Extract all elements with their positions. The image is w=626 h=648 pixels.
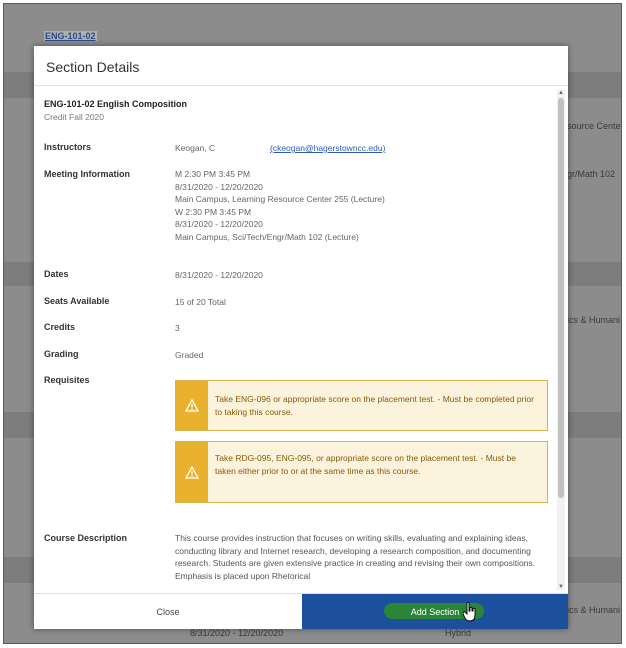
dates-value: 8/31/2020 - 12/20/2020 — [175, 270, 263, 280]
meeting-information-label: Meeting Information — [44, 169, 130, 179]
background-location-text: gr/Math 102 — [567, 169, 616, 179]
grading-label: Grading — [44, 349, 79, 359]
scroll-up-arrow-icon[interactable]: ▲ — [557, 90, 565, 96]
meeting-line: Main Campus, Sci/Tech/Engr/Math 102 (Lec… — [175, 231, 359, 242]
instructor-name: Keogan, C — [175, 143, 216, 153]
meeting-line: W 2:30 PM 3:45 PM — [175, 206, 252, 217]
seats-available-value: 15 of 20 Total — [175, 297, 226, 307]
modal-title: Section Details — [34, 46, 568, 86]
background-location-text: ics & Humani — [567, 315, 621, 325]
requisite-text: Take ENG-096 or appropriate score on the… — [215, 394, 534, 417]
dates-label: Dates — [44, 269, 69, 279]
course-description-label: Course Description — [44, 533, 128, 543]
course-term: Credit Fall 2020 — [44, 112, 105, 122]
requisite-warning: Take RDG-095, ENG-095, or appropriate sc… — [175, 441, 548, 503]
requisites-label: Requisites — [44, 375, 90, 385]
modal-scrollbar[interactable]: ▲ ▼ — [557, 90, 565, 590]
warning-icon — [176, 442, 208, 502]
meeting-line: 8/31/2020 - 12/20/2020 — [175, 181, 263, 192]
seats-available-label: Seats Available — [44, 296, 110, 306]
add-section-button[interactable]: Add Section — [302, 594, 568, 629]
requisite-warning: Take ENG-096 or appropriate score on the… — [175, 380, 548, 431]
instructors-label: Instructors — [44, 142, 92, 152]
meeting-information-value: M 2:30 PM 3:45 PM 8/31/2020 - 12/20/2020… — [175, 168, 385, 244]
close-button[interactable]: Close — [34, 594, 302, 629]
section-details-modal: Section Details ENG-101-02 English Compo… — [34, 46, 568, 629]
scrollbar-thumb[interactable] — [558, 98, 564, 498]
course-description-text: This course provides instruction that fo… — [175, 533, 536, 581]
background-location-text: source Cente — [567, 121, 621, 131]
meeting-line: 8/31/2020 - 12/20/2020 — [175, 219, 263, 230]
credits-value: 3 — [175, 323, 180, 333]
background-section-link[interactable]: ENG-101-02 — [44, 31, 97, 41]
instructor-email-link[interactable]: (ckeogan@hagerstowncc.edu) — [270, 142, 385, 155]
screenshot-frame: ENG-101-02 source Cente gr/Math 102 ics … — [3, 3, 622, 644]
credits-label: Credits — [44, 322, 76, 332]
meeting-line: Main Campus, Learning Resource Center 25… — [175, 194, 385, 205]
course-title: ENG-101-02 English Composition — [44, 99, 188, 109]
add-section-label: Add Section — [410, 606, 460, 617]
hand-cursor-icon — [463, 602, 476, 622]
warning-icon — [176, 381, 208, 430]
modal-body: ENG-101-02 English Composition Credit Fa… — [34, 87, 554, 593]
meeting-line: M 2:30 PM 3:45 PM — [175, 169, 251, 179]
background-location-text: ics & Humani — [567, 605, 621, 615]
background-date-text: 8/31/2020 - 12/20/2020 — [190, 628, 284, 638]
scroll-down-arrow-icon[interactable]: ▼ — [557, 584, 565, 590]
modal-footer: Close Add Section — [34, 593, 568, 629]
requisite-text: Take RDG-095, ENG-095, or appropriate sc… — [215, 453, 516, 476]
background-mode-text: Hybrid — [445, 628, 472, 638]
grading-value: Graded — [175, 350, 204, 360]
